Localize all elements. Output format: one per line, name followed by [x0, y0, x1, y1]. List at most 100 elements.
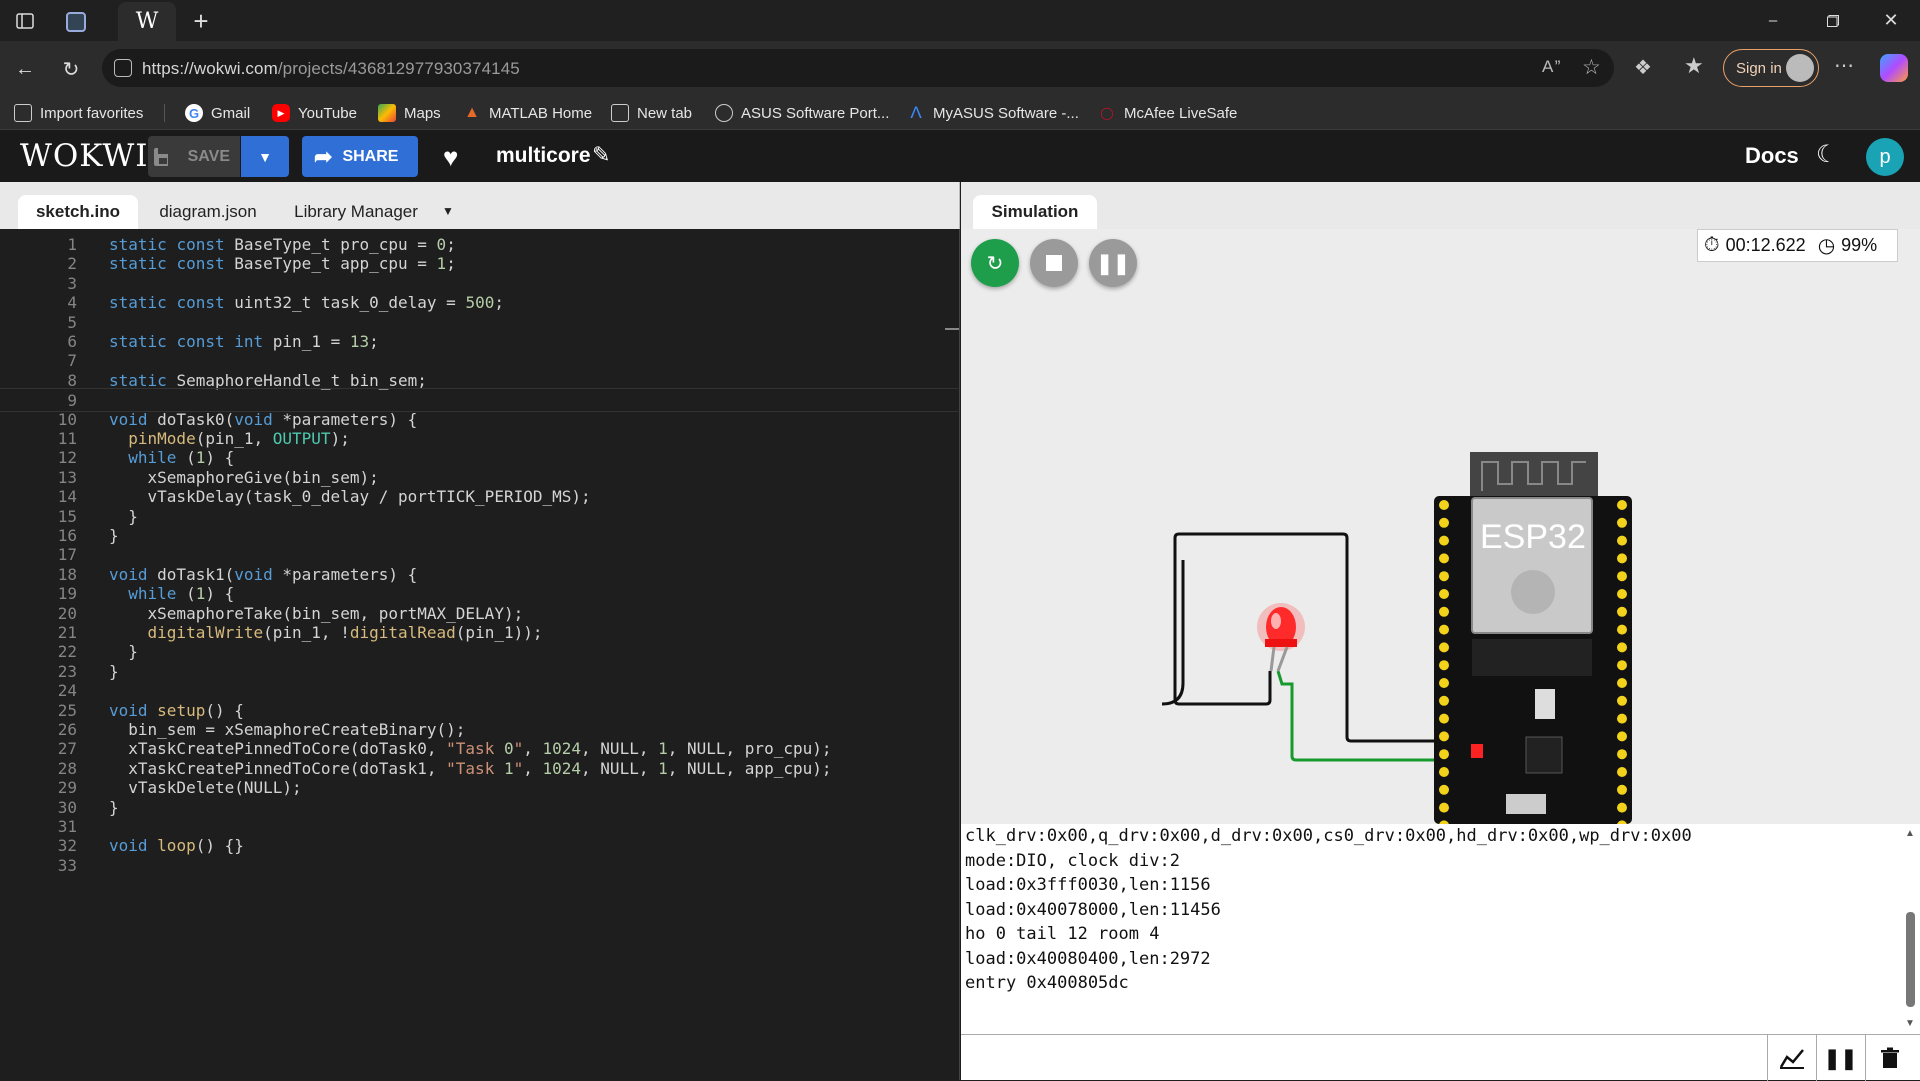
- copilot-icon[interactable]: [1880, 54, 1908, 82]
- red-led[interactable]: [1257, 603, 1305, 672]
- pin-dot: [1439, 695, 1449, 706]
- tab-diagram-json[interactable]: diagram.json: [148, 195, 268, 229]
- bookmark-mcafee[interactable]: ◯ McAfee LiveSafe: [1098, 100, 1237, 126]
- wokwi-logo[interactable]: WOKWI: [20, 138, 148, 174]
- pin-dot: [1439, 624, 1449, 635]
- pin-dot: [1617, 553, 1627, 564]
- tab-simulation[interactable]: Simulation: [973, 195, 1097, 229]
- bookmark-label: McAfee LiveSafe: [1124, 104, 1238, 122]
- serial-output-line: mode:DIO, clock div:2: [965, 850, 1180, 871]
- serial-output-line: load:0x40078000,len:11456: [965, 899, 1221, 920]
- reload-icon[interactable]: ↻: [56, 54, 86, 84]
- save-dropdown-button[interactable]: ▼: [241, 136, 289, 177]
- url-text[interactable]: https://wokwi.com/projects/4368129779303…: [142, 59, 520, 79]
- maps-icon: [378, 104, 396, 122]
- pin-dot: [1439, 571, 1449, 582]
- address-bar[interactable]: https://wokwi.com/projects/4368129779303…: [102, 49, 1614, 87]
- clear-serial-button[interactable]: [1865, 1035, 1913, 1081]
- pin-dot: [1617, 660, 1627, 671]
- youtube-icon: ▶: [272, 104, 290, 122]
- share-button[interactable]: ➦ SHARE: [302, 136, 418, 177]
- docs-link[interactable]: Docs: [1745, 143, 1799, 169]
- back-arrow-icon[interactable]: ←: [10, 54, 40, 84]
- code-line[interactable]: 33: [0, 854, 958, 878]
- pin-dot: [1439, 802, 1449, 813]
- site-info-icon[interactable]: [114, 59, 132, 77]
- simulation-canvas[interactable]: ↻ ❚❚ ESP32: [961, 229, 1920, 824]
- bookmark-new-tab[interactable]: New tab: [611, 100, 692, 126]
- pin-dot: [1439, 535, 1449, 546]
- google-icon: G: [185, 104, 203, 122]
- bookmark-maps[interactable]: Maps: [378, 100, 441, 126]
- simulation-speed: 99%: [1841, 235, 1878, 255]
- circuit-diagram: [1161, 452, 1632, 824]
- read-aloud-icon[interactable]: A ”: [1542, 57, 1560, 77]
- bookmark-matlab[interactable]: ▲ MATLAB Home: [463, 100, 592, 126]
- pin-dot: [1617, 802, 1627, 813]
- pause-serial-button[interactable]: ❚❚: [1816, 1035, 1864, 1081]
- serial-scrollbar[interactable]: ▲ ▼: [1902, 824, 1918, 1034]
- serial-output-line: entry 0x400805dc: [965, 973, 1129, 993]
- matlab-icon: ▲: [464, 104, 480, 121]
- pin-dot: [1439, 642, 1449, 653]
- user-avatar[interactable]: p: [1866, 138, 1904, 176]
- favorite-star-icon[interactable]: ☆: [1582, 55, 1601, 80]
- newtab-icon: [611, 104, 629, 122]
- tab-library-manager[interactable]: Library Manager: [284, 195, 428, 229]
- pin-dot: [1439, 731, 1449, 742]
- pin-dot: [1439, 784, 1449, 795]
- like-heart-icon[interactable]: ♥: [443, 142, 458, 173]
- serial-output-line: ho 0 tail 12 room 4: [965, 924, 1160, 944]
- sign-in-button[interactable]: Sign in: [1723, 49, 1819, 87]
- pin-dot: [1439, 606, 1449, 617]
- bookmark-divider: [164, 104, 165, 122]
- tab-sketch-ino[interactable]: sketch.ino: [18, 195, 138, 229]
- tabs-dropdown-icon[interactable]: ▼: [436, 194, 460, 228]
- bookmark-myasus[interactable]: Λ MyASUS Software -...: [907, 100, 1079, 126]
- new-tab-button[interactable]: +: [188, 6, 214, 36]
- close-window-button[interactable]: ✕: [1862, 0, 1920, 41]
- pin-dot: [1617, 624, 1627, 635]
- serial-input-field[interactable]: [961, 1035, 1767, 1081]
- pin-dot: [1617, 767, 1627, 777]
- cathode-wire: [1173, 532, 1272, 706]
- project-name[interactable]: multicore: [496, 144, 591, 168]
- pin-dot: [1439, 500, 1449, 510]
- scroll-thumb[interactable]: [1906, 912, 1915, 1007]
- bookmark-label: ASUS Software Port...: [741, 104, 890, 122]
- black-wire-led: [1161, 560, 1185, 706]
- extensions-icon[interactable]: ❖: [1634, 55, 1652, 80]
- serial-monitor[interactable]: ▲ ▼ clk_drv:0x00,q_drv:0x00,d_drv:0x00,c…: [961, 824, 1920, 1034]
- dark-mode-moon-icon[interactable]: ☾: [1816, 140, 1838, 169]
- bookmark-label: Maps: [404, 104, 441, 122]
- speedometer-icon: ◷: [1817, 235, 1836, 257]
- more-options-icon[interactable]: ⋯: [1834, 53, 1854, 78]
- asus-icon: Λ: [910, 103, 922, 122]
- import-icon: [14, 104, 32, 122]
- tab-inactive[interactable]: [56, 2, 96, 41]
- scroll-down-icon[interactable]: ▼: [1905, 1018, 1915, 1029]
- bookmark-youtube[interactable]: ▶ YouTube: [272, 100, 357, 126]
- favorites-icon[interactable]: ★: [1684, 53, 1704, 79]
- pin-dot: [1617, 678, 1627, 688]
- esp32-board[interactable]: [1434, 452, 1632, 824]
- sidebar-toggle-icon[interactable]: [12, 8, 38, 34]
- profile-avatar-icon: [1786, 54, 1814, 82]
- gnd-wire: [1197, 532, 1444, 743]
- pin-dot: [1439, 660, 1449, 671]
- pin-dot: [1439, 678, 1449, 688]
- tab-wokwi[interactable]: W: [118, 2, 176, 41]
- edit-pencil-icon[interactable]: ✎: [592, 142, 610, 168]
- code-editor[interactable]: 1 static const BaseType_t pro_cpu = 0; 2st…: [0, 229, 960, 1080]
- bookmark-gmail[interactable]: G Gmail: [185, 100, 250, 126]
- simulation-timer: ⏱ 00:12.622 ◷ 99%: [1697, 229, 1898, 262]
- pin-dot: [1617, 749, 1627, 760]
- plotter-button[interactable]: [1767, 1035, 1815, 1081]
- bookmark-import-favorites[interactable]: Import favorites: [14, 100, 143, 126]
- restore-button[interactable]: [1804, 0, 1862, 41]
- scroll-up-icon[interactable]: ▲: [1905, 828, 1915, 839]
- save-button[interactable]: SAVE: [168, 136, 240, 177]
- minimize-button[interactable]: –: [1744, 0, 1802, 41]
- pin-dot: [1617, 571, 1627, 582]
- bookmark-asus-software[interactable]: ASUS Software Port...: [715, 100, 889, 126]
